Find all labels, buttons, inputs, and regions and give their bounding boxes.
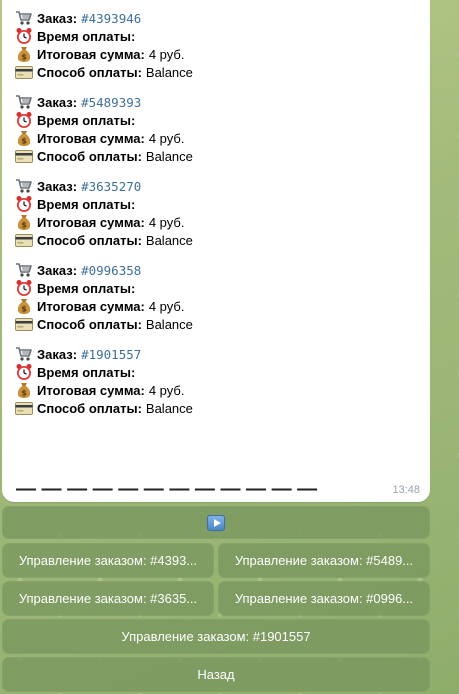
order-label: Заказ:: [37, 346, 78, 362]
message-bubble: Заказ: #4393946 Время оплаты: $ Итоговая…: [2, 0, 430, 502]
method-line: Способ оплаты: Balance: [14, 147, 420, 165]
alarm-clock-icon: [14, 111, 34, 129]
separator: — — — — — — — — — — — —: [16, 478, 318, 500]
total-line: $ Итоговая сумма: 4 руб.: [14, 213, 420, 231]
order-label: Заказ:: [37, 178, 78, 194]
orders-list: Заказ: #4393946 Время оплаты: $ Итоговая…: [14, 9, 420, 417]
money-bag-icon: $: [14, 381, 34, 399]
method-value: Balance: [145, 232, 193, 248]
alarm-clock-icon: [14, 27, 34, 45]
method-label: Способ оплаты:: [37, 232, 142, 248]
credit-card-icon: [14, 63, 34, 81]
svg-text:$: $: [21, 137, 27, 146]
cart-icon: [14, 345, 34, 363]
total-line: $ Итоговая сумма: 4 руб.: [14, 381, 420, 399]
alarm-clock-icon: [14, 195, 34, 213]
alarm-clock-icon: [14, 363, 34, 381]
total-value: 4 руб.: [148, 214, 185, 230]
method-label: Способ оплаты:: [37, 148, 142, 164]
order-block: Заказ: #3635270 Время оплаты: $ Итоговая…: [14, 177, 420, 249]
order-code-link[interactable]: #3635270: [81, 179, 141, 194]
total-value: 4 руб.: [148, 130, 185, 146]
total-label: Итоговая сумма:: [37, 46, 145, 62]
order-line: Заказ: #4393946: [14, 9, 420, 27]
back-button[interactable]: Назад: [2, 657, 430, 692]
credit-card-icon: [14, 231, 34, 249]
order-label: Заказ:: [37, 262, 78, 278]
total-label: Итоговая сумма:: [37, 382, 145, 398]
manage-order-button-5[interactable]: Управление заказом: #1901557: [2, 619, 430, 654]
paytime-line: Время оплаты:: [14, 111, 420, 129]
order-block: Заказ: #4393946 Время оплаты: $ Итоговая…: [14, 9, 420, 81]
method-line: Способ оплаты: Balance: [14, 315, 420, 333]
credit-card-icon: [14, 315, 34, 333]
method-label: Способ оплаты:: [37, 400, 142, 416]
order-code-link[interactable]: #5489393: [81, 95, 141, 110]
order-block: Заказ: #0996358 Время оплаты: $ Итоговая…: [14, 261, 420, 333]
cart-icon: [14, 93, 34, 111]
paytime-line: Время оплаты:: [14, 195, 420, 213]
total-line: $ Итоговая сумма: 4 руб.: [14, 45, 420, 63]
order-label: Заказ:: [37, 94, 78, 110]
paytime-line: Время оплаты:: [14, 363, 420, 381]
money-bag-icon: $: [14, 129, 34, 147]
credit-card-icon: [14, 147, 34, 165]
svg-text:$: $: [21, 305, 27, 314]
total-label: Итоговая сумма:: [37, 214, 145, 230]
manage-order-button-3[interactable]: Управление заказом: #3635...: [2, 581, 214, 616]
method-label: Способ оплаты:: [37, 316, 142, 332]
order-block: Заказ: #5489393 Время оплаты: $ Итоговая…: [14, 93, 420, 165]
cart-icon: [14, 9, 34, 27]
total-label: Итоговая сумма:: [37, 130, 145, 146]
paytime-label: Время оплаты:: [37, 28, 136, 44]
total-value: 4 руб.: [148, 298, 185, 314]
method-line: Способ оплаты: Balance: [14, 63, 420, 81]
paytime-line: Время оплаты:: [14, 279, 420, 297]
play-icon: [207, 514, 225, 531]
method-value: Balance: [145, 316, 193, 332]
order-code-link[interactable]: #0996358: [81, 263, 141, 278]
method-value: Balance: [145, 400, 193, 416]
total-line: $ Итоговая сумма: 4 руб.: [14, 297, 420, 315]
method-label: Способ оплаты:: [37, 64, 142, 80]
next-page-button[interactable]: [2, 506, 430, 539]
order-line: Заказ: #0996358: [14, 261, 420, 279]
total-value: 4 руб.: [148, 382, 185, 398]
paytime-label: Время оплаты:: [37, 112, 136, 128]
credit-card-icon: [14, 399, 34, 417]
svg-text:$: $: [21, 221, 27, 230]
method-value: Balance: [145, 64, 193, 80]
order-label: Заказ:: [37, 10, 78, 26]
order-line: Заказ: #5489393: [14, 93, 420, 111]
paytime-label: Время оплаты:: [37, 280, 136, 296]
svg-text:$: $: [21, 53, 27, 62]
manage-order-button-4[interactable]: Управление заказом: #0996...: [218, 581, 430, 616]
cart-icon: [14, 177, 34, 195]
order-line: Заказ: #1901557: [14, 345, 420, 363]
svg-text:$: $: [21, 389, 27, 398]
order-code-link[interactable]: #4393946: [81, 11, 141, 26]
method-value: Balance: [145, 148, 193, 164]
total-line: $ Итоговая сумма: 4 руб.: [14, 129, 420, 147]
order-line: Заказ: #3635270: [14, 177, 420, 195]
money-bag-icon: $: [14, 297, 34, 315]
method-line: Способ оплаты: Balance: [14, 231, 420, 249]
total-value: 4 руб.: [148, 46, 185, 62]
paytime-label: Время оплаты:: [37, 196, 136, 212]
order-block: Заказ: #1901557 Время оплаты: $ Итоговая…: [14, 345, 420, 417]
manage-order-button-2[interactable]: Управление заказом: #5489...: [218, 543, 430, 578]
manage-order-button-1[interactable]: Управление заказом: #4393...: [2, 543, 214, 578]
paytime-line: Время оплаты:: [14, 27, 420, 45]
order-code-link[interactable]: #1901557: [81, 347, 141, 362]
message-time: 13:48: [392, 484, 420, 496]
alarm-clock-icon: [14, 279, 34, 297]
money-bag-icon: $: [14, 45, 34, 63]
money-bag-icon: $: [14, 213, 34, 231]
paytime-label: Время оплаты:: [37, 364, 136, 380]
cart-icon: [14, 261, 34, 279]
total-label: Итоговая сумма:: [37, 298, 145, 314]
method-line: Способ оплаты: Balance: [14, 399, 420, 417]
